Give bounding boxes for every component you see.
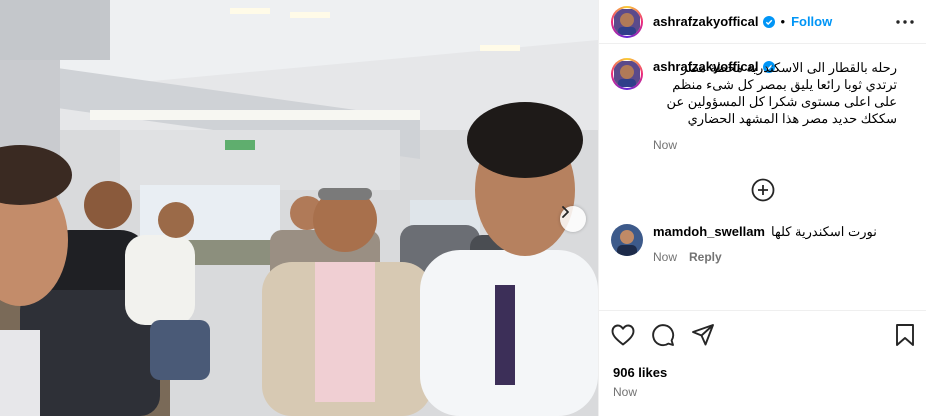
train-selfie-image <box>0 0 598 416</box>
more-options-icon[interactable] <box>896 19 914 24</box>
comment-timestamp: Now <box>653 250 678 264</box>
load-more-comments-button[interactable] <box>599 178 926 202</box>
verified-badge-icon <box>762 15 775 28</box>
bookmark-icon[interactable] <box>895 323 915 347</box>
share-paper-plane-icon[interactable] <box>691 323 715 347</box>
carousel-next-button[interactable] <box>560 206 586 232</box>
caption-text: رحله بالقطار الى الاسكندرية محطة مصر ترت… <box>666 60 897 126</box>
caption-timestamp: Now <box>653 138 678 152</box>
author-username[interactable]: ashrafzakyoffical <box>653 14 759 29</box>
commenter-avatar[interactable] <box>611 224 643 256</box>
author-avatar[interactable] <box>611 5 643 38</box>
post-side-panel: ashrafzakyoffical • Follow ashrafzakyoff… <box>598 0 926 416</box>
post-timestamp: Now <box>613 385 638 399</box>
reply-button[interactable]: Reply <box>689 250 722 264</box>
comment-item: mamdoh_swellam نورت اسكندرية كلها Now Re… <box>599 212 926 264</box>
caption-author-avatar[interactable] <box>611 58 643 90</box>
commenter-username[interactable]: mamdoh_swellam <box>653 224 765 239</box>
post-photo[interactable] <box>0 0 598 416</box>
comment-bubble-icon[interactable] <box>651 323 675 347</box>
comment-text: نورت اسكندرية كلها <box>771 224 877 239</box>
caption-block: ashrafzakyoffical رحله بالقطار الى الاسك… <box>599 44 926 154</box>
likes-count[interactable]: 906 likes <box>613 365 667 380</box>
action-bar <box>599 310 926 347</box>
follow-button[interactable]: Follow <box>791 14 832 29</box>
separator-dot: • <box>780 14 786 29</box>
heart-icon[interactable] <box>611 324 635 346</box>
add-comment-plus-icon <box>751 178 775 202</box>
post-header: ashrafzakyoffical • Follow <box>599 0 926 44</box>
